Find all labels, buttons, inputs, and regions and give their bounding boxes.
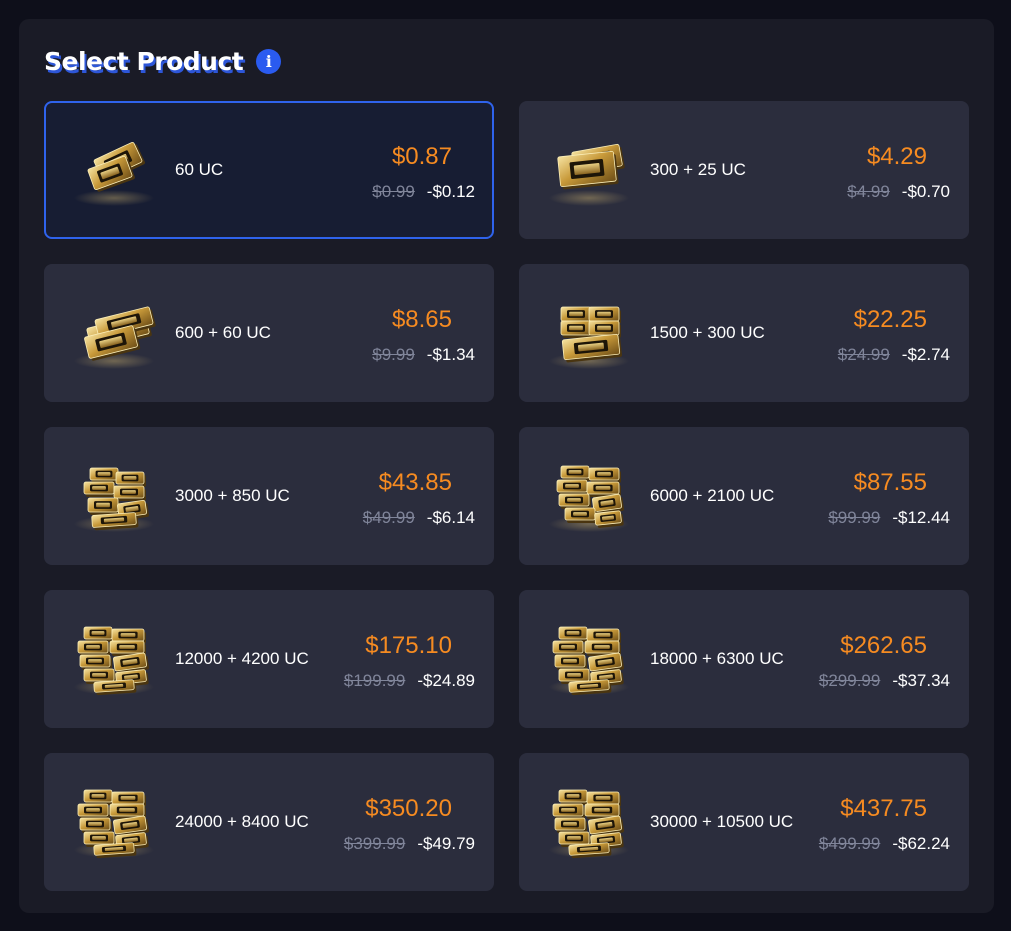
price-details: $4.99 -$0.70 <box>847 182 950 202</box>
product-name: 24000 + 8400 UC <box>175 812 309 831</box>
uc-pack-icon <box>74 626 154 696</box>
original-price: $9.99 <box>372 345 415 364</box>
product-price: $22.25 <box>853 306 927 333</box>
discount-amount: -$0.12 <box>426 182 475 201</box>
price-details: $399.99 -$49.79 <box>344 834 475 854</box>
product-price: $175.10 <box>365 632 452 659</box>
product-name: 60 UC <box>175 160 224 179</box>
discount-amount: -$1.34 <box>426 345 475 364</box>
original-price: $199.99 <box>343 671 406 690</box>
uc-pack-icon <box>74 789 154 859</box>
product-card[interactable]: 3000 + 850 UC $43.85 $49.99 -$6.14 <box>44 427 494 565</box>
product-card[interactable]: 1500 + 300 UC $22.25 $24.99 -$2.74 <box>519 264 969 402</box>
product-card[interactable]: 24000 + 8400 UC $350.20 $399.99 -$49.79 <box>44 753 494 891</box>
uc-pack-icon <box>549 789 629 859</box>
product-price: $0.87 <box>391 143 452 170</box>
uc-pack-icon <box>549 306 629 369</box>
price-details: $299.99 -$37.34 <box>819 671 950 691</box>
product-price: $87.55 <box>853 469 927 496</box>
product-name: 600 + 60 UC <box>175 323 271 342</box>
product-panel: Select Product i 60 UC $0.87 $0.99 -$0.1… <box>19 19 994 913</box>
original-price: $399.99 <box>343 834 406 853</box>
discount-amount: -$24.89 <box>417 671 475 690</box>
product-name: 1500 + 300 UC <box>650 323 765 342</box>
price-details: $0.99 -$0.12 <box>372 182 475 202</box>
uc-pack-icon <box>549 465 629 532</box>
price-details: $199.99 -$24.89 <box>344 671 475 691</box>
uc-pack-icon <box>74 467 154 532</box>
uc-pack-icon <box>549 143 629 206</box>
product-card[interactable]: 18000 + 6300 UC $262.65 $299.99 -$37.34 <box>519 590 969 728</box>
price-details: $24.99 -$2.74 <box>838 345 950 365</box>
header: Select Product i <box>44 43 282 79</box>
discount-amount: -$62.24 <box>892 834 950 853</box>
discount-amount: -$49.79 <box>417 834 475 853</box>
product-name: 18000 + 6300 UC <box>650 649 784 668</box>
product-price: $350.20 <box>365 795 452 822</box>
discount-amount: -$37.34 <box>892 671 950 690</box>
discount-amount: -$12.44 <box>892 508 950 527</box>
original-price: $4.99 <box>847 182 890 201</box>
original-price: $99.99 <box>828 508 881 527</box>
product-name: 3000 + 850 UC <box>175 486 290 505</box>
product-card[interactable]: 30000 + 10500 UC $437.75 $499.99 -$62.24 <box>519 753 969 891</box>
price-details: $99.99 -$12.44 <box>828 508 950 528</box>
original-price: $299.99 <box>818 671 881 690</box>
product-name: 300 + 25 UC <box>650 160 746 179</box>
product-price: $43.85 <box>378 469 452 496</box>
product-card[interactable]: 6000 + 2100 UC $87.55 $99.99 -$12.44 <box>519 427 969 565</box>
original-price: $49.99 <box>362 508 415 527</box>
product-price: $8.65 <box>391 306 452 333</box>
product-price: $437.75 <box>840 795 927 822</box>
product-card[interactable]: 60 UC $0.87 $0.99 -$0.12 <box>44 101 494 239</box>
product-price: $262.65 <box>840 632 927 659</box>
original-price: $0.99 <box>372 182 415 201</box>
discount-amount: -$2.74 <box>901 345 950 364</box>
original-price: $24.99 <box>837 345 890 364</box>
uc-pack-icon <box>74 306 156 369</box>
product-name: 6000 + 2100 UC <box>650 486 775 505</box>
uc-pack-icon <box>549 626 629 696</box>
page-title: Select Product <box>44 46 244 76</box>
uc-pack-icon <box>74 141 154 206</box>
product-name: 12000 + 4200 UC <box>175 649 309 668</box>
product-name: 30000 + 10500 UC <box>650 812 794 831</box>
product-card[interactable]: 600 + 60 UC $8.65 $9.99 -$1.34 <box>44 264 494 402</box>
product-grid: 60 UC $0.87 $0.99 -$0.12 300 + 25 UC $4.… <box>44 101 969 891</box>
info-icon[interactable]: i <box>256 48 282 74</box>
product-card[interactable]: 12000 + 4200 UC $175.10 $199.99 -$24.89 <box>44 590 494 728</box>
price-details: $49.99 -$6.14 <box>363 508 475 528</box>
price-details: $9.99 -$1.34 <box>372 345 475 365</box>
discount-amount: -$0.70 <box>901 182 950 201</box>
discount-amount: -$6.14 <box>426 508 475 527</box>
product-price: $4.29 <box>866 143 927 170</box>
price-details: $499.99 -$62.24 <box>819 834 950 854</box>
product-card[interactable]: 300 + 25 UC $4.29 $4.99 -$0.70 <box>519 101 969 239</box>
original-price: $499.99 <box>818 834 881 853</box>
